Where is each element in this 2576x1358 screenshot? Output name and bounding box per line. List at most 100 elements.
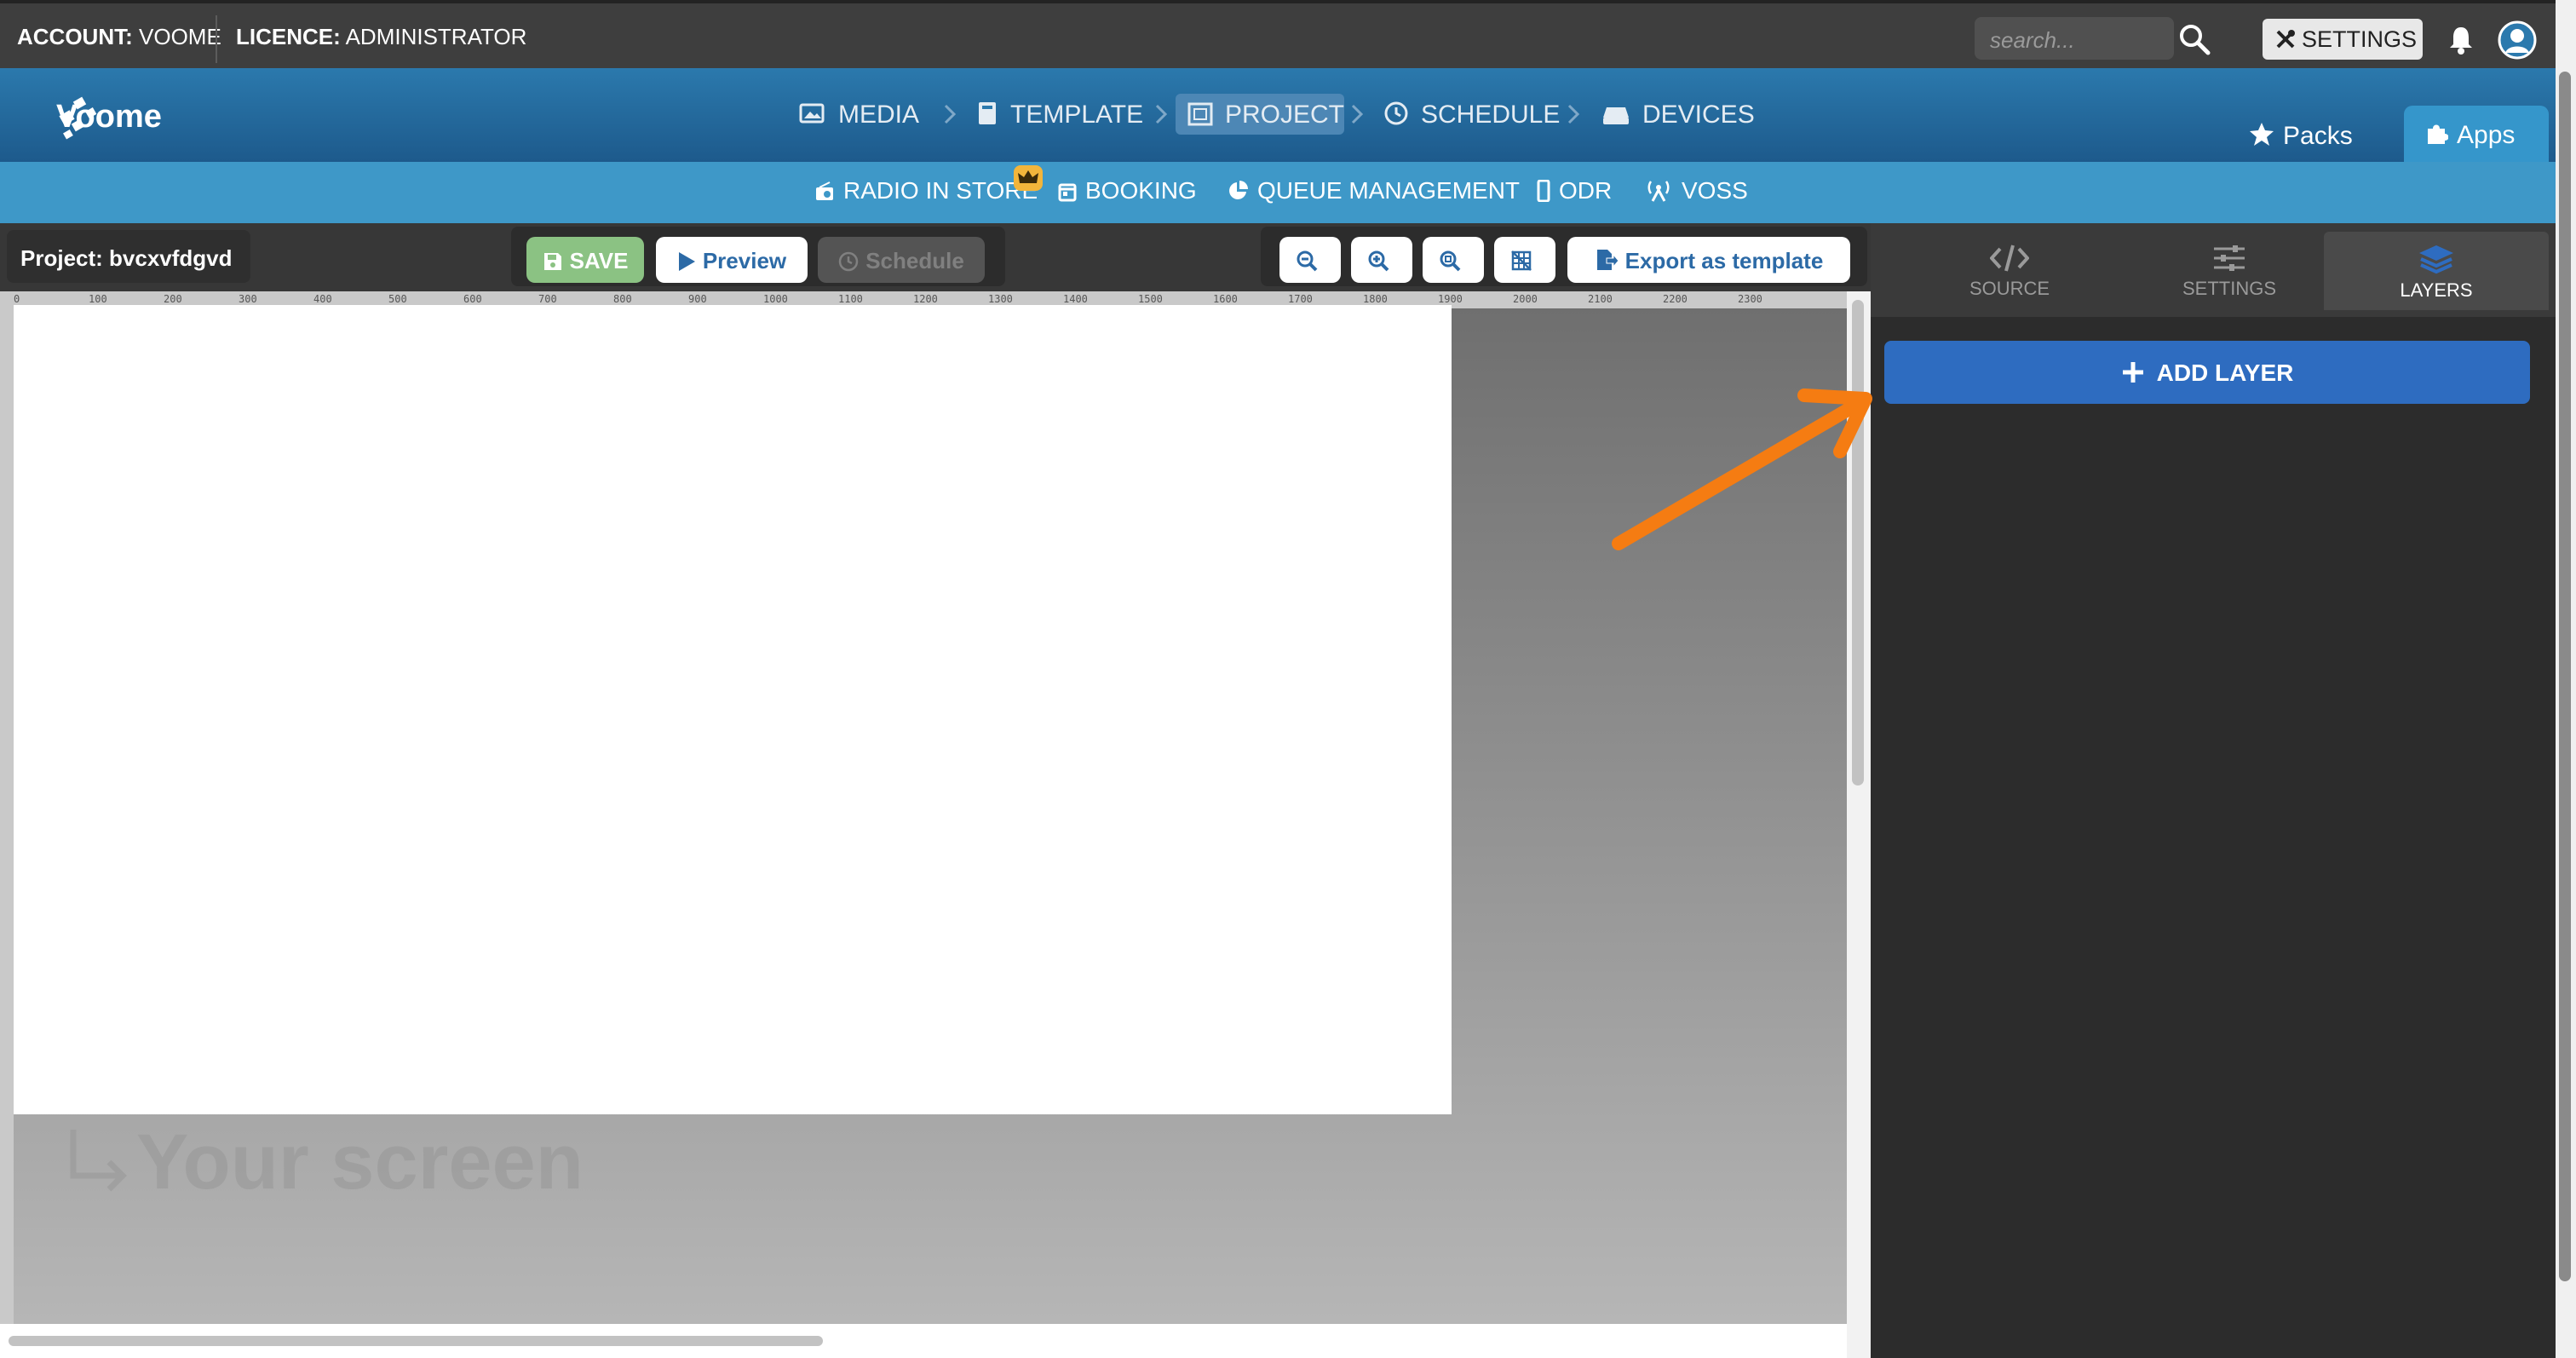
- ruler-tick: 0: [14, 293, 20, 305]
- zoom-export-group: Export as template: [1261, 227, 1867, 286]
- main-navigation: Voome MEDIA TEMPLATE PROJECT SCHEDULE DE…: [0, 68, 2556, 162]
- nav-template[interactable]: TEMPLATE: [976, 94, 1143, 135]
- add-layer-label: ADD LAYER: [2156, 360, 2294, 386]
- apps-label: Apps: [2457, 121, 2516, 149]
- user-avatar-icon[interactable]: [2498, 20, 2537, 60]
- tab-source[interactable]: SOURCE: [1900, 232, 2119, 310]
- frame-icon: [1187, 102, 1213, 126]
- subnav-booking[interactable]: BOOKING: [1058, 177, 1197, 204]
- properties-panel: SOURCE SETTINGS LAYERS ADD LAYER: [1871, 223, 2556, 1358]
- crown-icon: [1018, 170, 1038, 183]
- zoom-in-button[interactable]: [1351, 237, 1412, 283]
- schedule-button[interactable]: Schedule: [818, 237, 985, 283]
- settings-button[interactable]: SETTINGS: [2263, 19, 2423, 60]
- calendar-icon: [1058, 183, 1077, 202]
- ruler-tick: 2000: [1513, 293, 1538, 305]
- corner-arrow-icon: [70, 1130, 127, 1192]
- panel-tabs: SOURCE SETTINGS LAYERS: [1871, 223, 2556, 317]
- ruler-tick: 200: [164, 293, 182, 305]
- ruler-tick: 2100: [1588, 293, 1613, 305]
- account-bar: ACCOUNT: VOOME LICENCE: ADMINISTRATOR se…: [0, 0, 2556, 68]
- account-label: ACCOUNT:: [17, 24, 133, 49]
- search-icon[interactable]: [2177, 22, 2211, 56]
- ruler-tick: 1100: [838, 293, 863, 305]
- nav-schedule[interactable]: SCHEDULE: [1383, 94, 1560, 135]
- zoom-fit-button[interactable]: [1423, 237, 1484, 283]
- ruler-tick: 500: [388, 293, 407, 305]
- subnav-odr-label: ODR: [1559, 177, 1613, 204]
- ruler-tick: 1000: [763, 293, 788, 305]
- nav-media[interactable]: MEDIA: [799, 94, 919, 135]
- clock-icon: [838, 251, 859, 272]
- zoom-out-icon: [1297, 250, 1318, 272]
- packs-tab[interactable]: Packs: [2249, 106, 2353, 162]
- search-input[interactable]: search...: [1975, 17, 2174, 60]
- layers-icon: [2419, 245, 2453, 274]
- add-layer-button[interactable]: ADD LAYER: [1884, 341, 2530, 404]
- preview-button[interactable]: Preview: [656, 237, 808, 283]
- nav-devices[interactable]: DEVICES: [1601, 94, 1755, 135]
- your-screen-hint: Your screen: [70, 1118, 584, 1207]
- nav-project-label: PROJECT: [1225, 101, 1345, 129]
- tab-source-label: SOURCE: [1969, 278, 2050, 299]
- chevron-right-icon: [944, 104, 957, 124]
- screen-canvas[interactable]: [14, 305, 1452, 1114]
- save-button[interactable]: SAVE: [526, 237, 644, 283]
- zoom-in-icon: [1368, 250, 1389, 272]
- nav-template-label: TEMPLATE: [1010, 101, 1144, 129]
- play-icon: [678, 252, 695, 271]
- grid-off-icon: [1511, 250, 1532, 271]
- ruler-tick: 1700: [1288, 293, 1313, 305]
- ruler-tick: 1800: [1363, 293, 1388, 305]
- account-value: VOOME: [139, 24, 221, 49]
- ruler-tick: 1400: [1063, 293, 1088, 305]
- nav-devices-label: DEVICES: [1642, 101, 1755, 129]
- subnav-queue-management[interactable]: QUEUE MANAGEMENT: [1227, 177, 1520, 204]
- subnav-voss[interactable]: VOSS: [1644, 177, 1748, 204]
- tab-settings[interactable]: SETTINGS: [2119, 232, 2339, 310]
- ruler-tick: 700: [538, 293, 557, 305]
- star-icon: [2250, 123, 2274, 146]
- drive-icon: [1603, 107, 1629, 124]
- ruler-tick: 2300: [1738, 293, 1762, 305]
- licence-info: LICENCE: ADMINISTRATOR: [236, 24, 526, 50]
- file-export-icon: [1596, 250, 1619, 270]
- window-scroll-thumb[interactable]: [2559, 72, 2571, 1281]
- ruler-tick: 1300: [988, 293, 1013, 305]
- export-template-button[interactable]: Export as template: [1567, 237, 1850, 283]
- nav-media-label: MEDIA: [838, 101, 920, 129]
- clock-icon: [1384, 101, 1408, 125]
- subnav-booking-label: BOOKING: [1085, 177, 1197, 204]
- vertical-ruler: [0, 308, 14, 1358]
- grid-toggle-button[interactable]: [1494, 237, 1555, 283]
- annotation-arrow-icon: [1612, 388, 1872, 550]
- zoom-fit-icon: [1440, 250, 1461, 272]
- radio-icon: [816, 181, 833, 200]
- ruler-tick: 800: [613, 293, 632, 305]
- ruler-tick: 900: [688, 293, 707, 305]
- book-icon: [979, 102, 996, 124]
- apps-tab[interactable]: Apps: [2404, 106, 2549, 162]
- tab-layers[interactable]: LAYERS: [2324, 232, 2549, 310]
- horizontal-scroll-thumb[interactable]: [9, 1336, 823, 1346]
- bell-icon[interactable]: [2447, 24, 2475, 55]
- save-preview-group: SAVE Preview Schedule: [511, 227, 1005, 286]
- chevron-right-icon: [1351, 104, 1364, 124]
- ruler-tick: 2200: [1663, 293, 1688, 305]
- nav-project[interactable]: PROJECT: [1176, 94, 1344, 135]
- ruler-tick: 400: [313, 293, 332, 305]
- sliders-icon: [2214, 245, 2245, 271]
- mobile-icon: [1537, 179, 1550, 203]
- nav-schedule-label: SCHEDULE: [1421, 101, 1561, 129]
- save-label: SAVE: [569, 248, 629, 273]
- settings-label: SETTINGS: [2302, 26, 2418, 52]
- subnav-voss-label: VOSS: [1682, 177, 1748, 204]
- account-info: ACCOUNT: VOOME: [17, 24, 221, 50]
- subnav-odr[interactable]: ODR: [1537, 177, 1612, 204]
- subnav-radio-label: RADIO IN STORE: [843, 177, 1038, 204]
- subnav-radio-in-store[interactable]: RADIO IN STORE: [814, 177, 1038, 204]
- plus-icon: [2122, 362, 2143, 383]
- zoom-out-button[interactable]: [1279, 237, 1341, 283]
- project-title: Project: bvcxvfdgvd: [7, 230, 250, 283]
- broadcast-icon: [1647, 181, 1670, 202]
